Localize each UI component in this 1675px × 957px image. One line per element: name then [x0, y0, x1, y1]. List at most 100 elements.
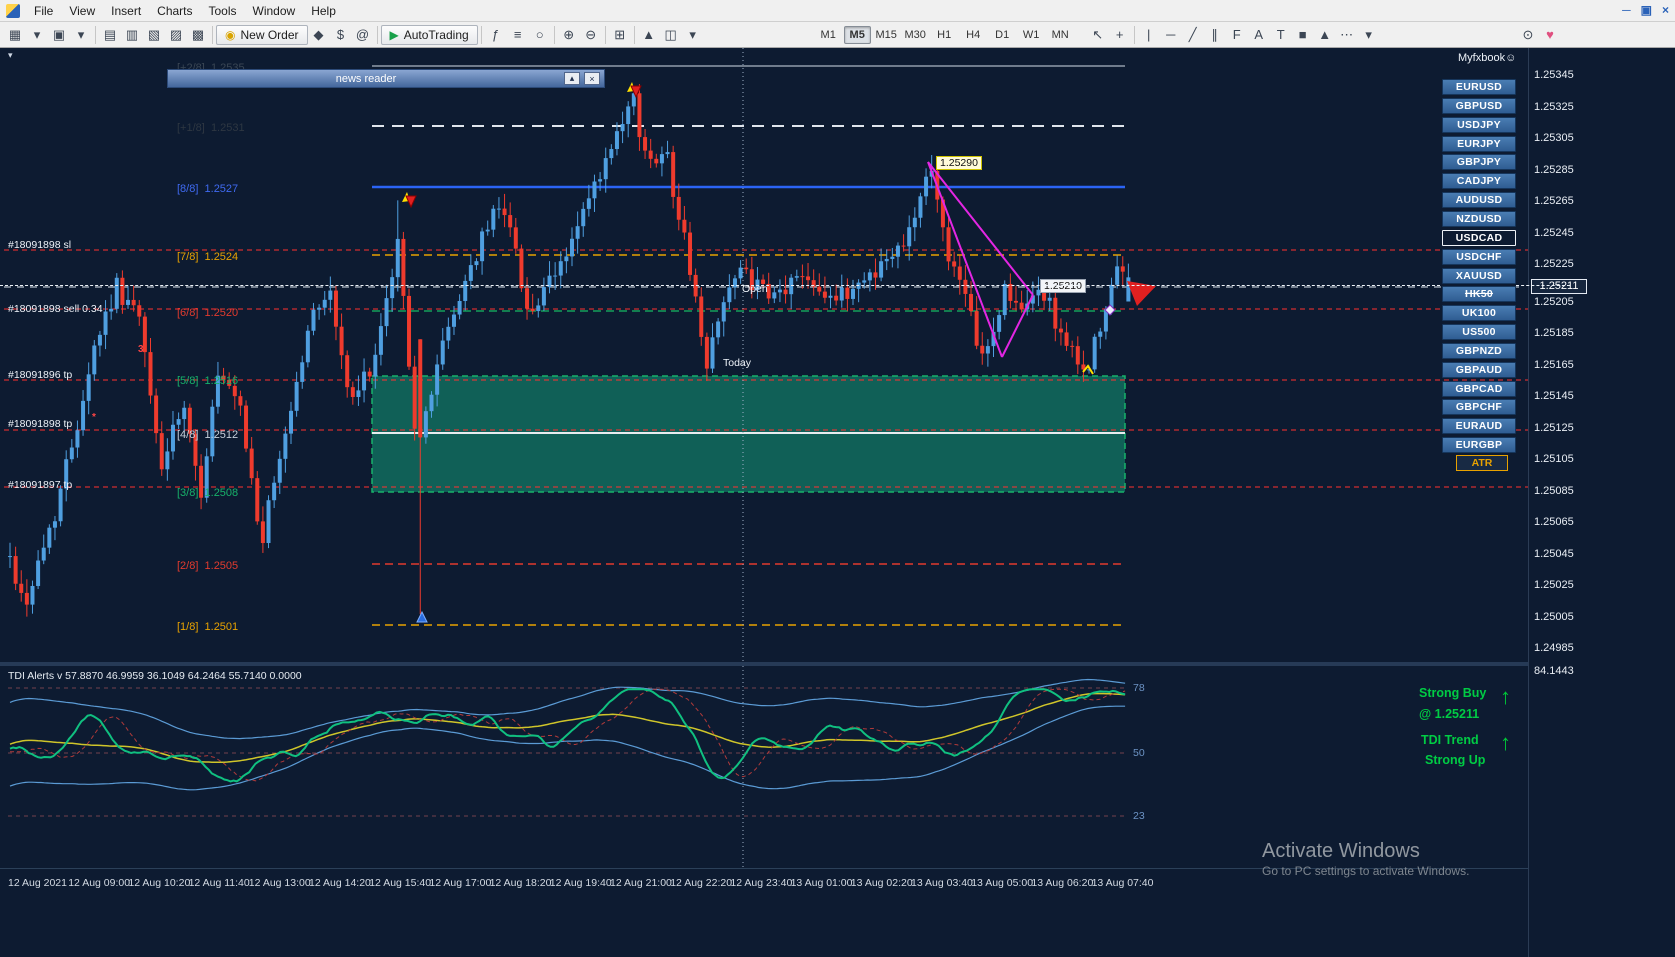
- new-chart-dropdown-icon[interactable]: ▾: [26, 25, 48, 45]
- activate-windows-subtext: Go to PC settings to activate Windows.: [1262, 864, 1470, 878]
- label-icon[interactable]: T: [1270, 25, 1292, 45]
- horizontal-line-icon[interactable]: ─: [1160, 25, 1182, 45]
- menu-item-view[interactable]: View: [61, 2, 103, 20]
- autotrading-button[interactable]: ▶ AutoTrading: [380, 24, 478, 45]
- wedge-pattern-line[interactable]: [927, 161, 1034, 296]
- channel-icon[interactable]: ∥: [1204, 25, 1226, 45]
- price-scale-label: 1.25285: [1534, 163, 1574, 176]
- restore-button[interactable]: ▣: [1641, 2, 1652, 18]
- symbol-button-gbpnzd[interactable]: GBPNZD: [1442, 342, 1516, 359]
- minimize-button[interactable]: ─: [1622, 2, 1631, 18]
- menu-bar: File View Insert Charts Tools Window Help ─ ▣ ×: [0, 0, 1675, 22]
- timeframe-m30[interactable]: M30: [902, 26, 929, 44]
- favorites-icon[interactable]: ♥: [1539, 25, 1561, 45]
- buy-signal-arrow: [416, 610, 428, 623]
- indicator-scale-value: 84.1443: [1534, 665, 1574, 677]
- chart-profiles-dropdown-icon[interactable]: ▾: [70, 25, 92, 45]
- text-icon[interactable]: A: [1248, 25, 1270, 45]
- options-dropdown-icon[interactable]: ▾: [682, 25, 704, 45]
- cascade-icon[interactable]: ◫: [660, 25, 682, 45]
- price-scale-label: 1.24985: [1534, 642, 1574, 654]
- symbol-button-hk50[interactable]: HK50: [1442, 286, 1516, 303]
- symbol-button-nzdusd[interactable]: NZDUSD: [1442, 210, 1516, 227]
- time-axis-label: 12 Aug 19:40: [549, 877, 612, 889]
- deposit-icon[interactable]: $: [330, 25, 352, 45]
- crosshair-icon[interactable]: +: [1109, 25, 1131, 45]
- timeframe-d1[interactable]: D1: [989, 26, 1016, 44]
- objects-list-icon[interactable]: ≡: [507, 25, 529, 45]
- news-close-button[interactable]: ×: [584, 72, 600, 85]
- zoom-out-icon[interactable]: ⊖: [580, 25, 602, 45]
- shapes-icon[interactable]: ■: [1292, 25, 1314, 45]
- strategy-tester-icon[interactable]: ▩: [187, 25, 209, 45]
- symbol-button-xauusd[interactable]: XAUUSD: [1442, 267, 1516, 284]
- timeframe-h4[interactable]: H4: [960, 26, 987, 44]
- symbol-button-eurusd[interactable]: EURUSD: [1442, 79, 1516, 95]
- order-label: #18091897 tp: [8, 479, 73, 491]
- news-reader-window[interactable]: news reader ▴ ×: [167, 69, 605, 88]
- symbol-button-gbpusd[interactable]: GBPUSD: [1442, 97, 1516, 114]
- auto-arrange-icon[interactable]: ▲: [638, 25, 660, 45]
- symbol-button-usdcad[interactable]: USDCAD: [1442, 229, 1516, 246]
- timeframe-h1[interactable]: H1: [931, 26, 958, 44]
- symbol-button-gbpchf[interactable]: GBPCHF: [1442, 399, 1516, 416]
- tile-windows-icon[interactable]: ⊞: [609, 25, 631, 45]
- community-icon[interactable]: @: [352, 25, 374, 45]
- metaeditor-icon[interactable]: ◆: [308, 25, 330, 45]
- more-tools-icon[interactable]: ⋯: [1336, 25, 1358, 45]
- price-scale-label: 1.25345: [1534, 69, 1574, 81]
- symbol-button-usdjpy[interactable]: USDJPY: [1442, 116, 1516, 133]
- chart-context-arrow-icon[interactable]: ▾: [8, 50, 13, 61]
- tools-dropdown-icon[interactable]: ▾: [1358, 25, 1380, 45]
- arrows-icon[interactable]: ▲: [1314, 25, 1336, 45]
- indicators-icon[interactable]: ƒ: [485, 25, 507, 45]
- vertical-line-icon[interactable]: |: [1138, 25, 1160, 45]
- trendline-icon[interactable]: ╱: [1182, 25, 1204, 45]
- fibonacci-icon[interactable]: F: [1226, 25, 1248, 45]
- new-order-button[interactable]: ◉ New Order: [216, 24, 308, 45]
- symbol-button-uk100[interactable]: UK100: [1442, 305, 1516, 322]
- timeframe-mn[interactable]: MN: [1047, 26, 1074, 44]
- symbol-button-gbpjpy[interactable]: GBPJPY: [1442, 154, 1516, 171]
- timeframe-m1[interactable]: M1: [815, 26, 842, 44]
- symbol-button-eurjpy[interactable]: EURJPY: [1442, 135, 1516, 152]
- menu-item-charts[interactable]: Charts: [149, 2, 200, 20]
- price-scale-label: 1.25045: [1534, 547, 1574, 560]
- wedge-pattern-line[interactable]: [927, 161, 1003, 358]
- close-button[interactable]: ×: [1662, 2, 1669, 18]
- search-icon[interactable]: ⊙: [1517, 25, 1539, 45]
- news-collapse-button[interactable]: ▴: [564, 72, 580, 85]
- zoom-in-icon[interactable]: ⊕: [558, 25, 580, 45]
- symbol-button-euraud[interactable]: EURAUD: [1442, 418, 1516, 435]
- cycles-icon[interactable]: ○: [529, 25, 551, 45]
- symbol-button-cadjpy[interactable]: CADJPY: [1442, 173, 1516, 190]
- symbol-button-usdchf[interactable]: USDCHF: [1442, 248, 1516, 265]
- menu-item-tools[interactable]: Tools: [201, 2, 245, 20]
- market-watch-icon[interactable]: ▤: [99, 25, 121, 45]
- menu-item-file[interactable]: File: [26, 2, 61, 20]
- menu-item-window[interactable]: Window: [245, 2, 304, 20]
- price-scale[interactable]: 1.25211 84.1443 1.25345 1.25325 1.25305 1.2…: [1528, 48, 1675, 957]
- timeframe-m5[interactable]: M5: [843, 25, 871, 44]
- time-axis-label: 12 Aug 15:40: [369, 877, 432, 889]
- menu-item-help[interactable]: Help: [303, 2, 344, 20]
- menu-item-insert[interactable]: Insert: [103, 2, 149, 20]
- symbol-button-eurgbp[interactable]: EURGBP: [1442, 437, 1516, 454]
- app-logo-icon: [6, 3, 20, 18]
- cursor-icon[interactable]: ↖: [1087, 25, 1109, 45]
- murrey-label: [6/8] 1.2520: [177, 307, 239, 319]
- time-axis-label: 13 Aug 03:40: [911, 877, 973, 889]
- navigator-icon[interactable]: ▧: [143, 25, 165, 45]
- terminal-icon[interactable]: ▨: [165, 25, 187, 45]
- symbol-button-us500[interactable]: US500: [1442, 324, 1516, 341]
- timeframe-m15[interactable]: M15: [873, 26, 900, 44]
- atr-button[interactable]: ATR: [1456, 455, 1508, 471]
- murrey-label: [4/8] 1.2512: [177, 429, 239, 441]
- symbol-button-audusd[interactable]: AUDUSD: [1442, 192, 1516, 209]
- symbol-button-gbpcad[interactable]: GBPCAD: [1442, 380, 1516, 397]
- new-chart-icon[interactable]: ▦: [4, 25, 26, 45]
- chart-profiles-icon[interactable]: ▣: [48, 25, 70, 45]
- data-window-icon[interactable]: ▥: [121, 25, 143, 45]
- timeframe-w1[interactable]: W1: [1018, 26, 1045, 44]
- symbol-button-gbpaud[interactable]: GBPAUD: [1442, 361, 1516, 378]
